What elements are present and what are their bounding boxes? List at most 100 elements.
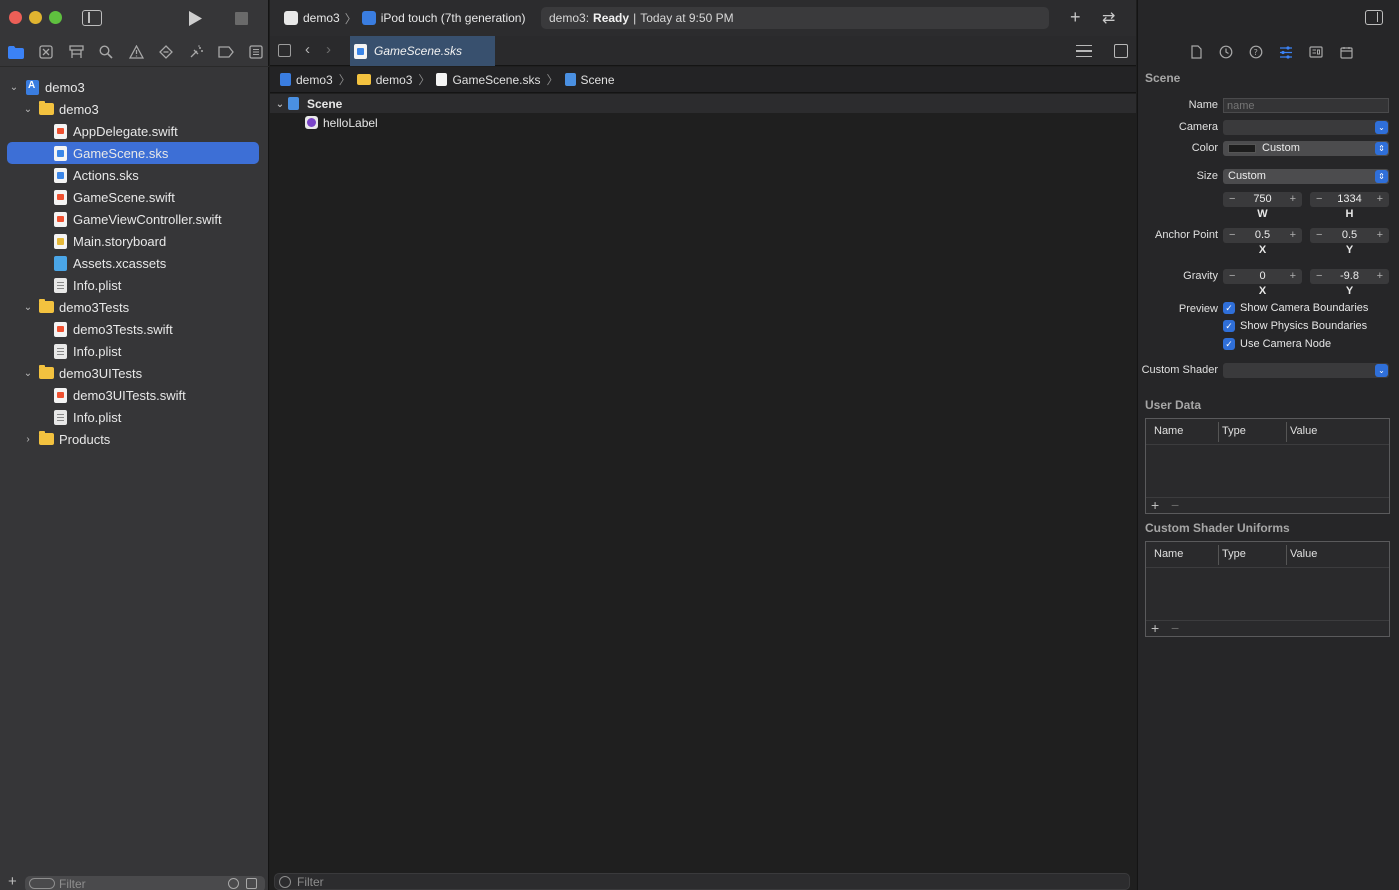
report-icon[interactable] xyxy=(246,42,266,62)
history-icon[interactable] xyxy=(1216,42,1236,62)
breadcrumb-project[interactable]: demo3 xyxy=(280,73,333,87)
column-value[interactable]: Value xyxy=(1290,548,1317,560)
anchor-x-stepper[interactable]: − 0.5 + xyxy=(1223,228,1302,243)
filter-options-icon[interactable] xyxy=(29,878,55,889)
source-control-icon[interactable] xyxy=(36,42,56,62)
split-editor-icon[interactable] xyxy=(1114,44,1128,58)
chevron-down-icon[interactable]: ⌄ xyxy=(8,81,20,93)
tree-item[interactable]: Actions.sks xyxy=(0,164,269,186)
tree-item[interactable]: GameViewController.swift xyxy=(0,208,269,230)
increment-icon[interactable]: + xyxy=(1290,269,1296,284)
outline-row-hellolabel[interactable]: helloLabel xyxy=(270,113,1136,132)
outline-row-scene[interactable]: ⌄ Scene xyxy=(270,94,1136,113)
decrement-icon[interactable]: − xyxy=(1229,228,1235,243)
breadcrumb-file[interactable]: GameScene.sks xyxy=(436,73,540,87)
size-inspector-icon[interactable] xyxy=(1306,42,1326,62)
test-diamond-icon[interactable] xyxy=(156,42,176,62)
tree-item[interactable]: demo3UITests.swift xyxy=(0,384,269,406)
help-icon[interactable]: ? xyxy=(1246,42,1266,62)
remove-row-button[interactable]: − xyxy=(1171,497,1179,513)
tree-item[interactable]: ⌄ demo3Tests xyxy=(0,296,269,318)
user-data-table[interactable]: Name Type Value + − xyxy=(1145,418,1390,514)
camera-popup[interactable]: ⌄ xyxy=(1223,120,1389,135)
chevron-down-icon[interactable]: ⌄ xyxy=(22,301,34,313)
custom-shader-popup[interactable]: ⌄ xyxy=(1223,363,1389,378)
tree-item[interactable]: Info.plist xyxy=(0,406,269,428)
tree-item[interactable]: ⌄ demo3UITests xyxy=(0,362,269,384)
breakpoint-tag-icon[interactable] xyxy=(216,42,236,62)
tree-item[interactable]: demo3Tests.swift xyxy=(0,318,269,340)
add-row-button[interactable]: + xyxy=(1151,620,1159,636)
decrement-icon[interactable]: − xyxy=(1316,228,1322,243)
folder-navigator-icon[interactable] xyxy=(6,42,26,62)
stop-button[interactable] xyxy=(234,11,248,25)
forward-chevron-icon[interactable]: › xyxy=(326,41,331,58)
sidebar-toggle-icon[interactable] xyxy=(82,10,102,26)
editor-filter-field[interactable]: Filter xyxy=(274,873,1130,890)
zoom-window-button[interactable] xyxy=(49,11,62,24)
decrement-icon[interactable]: − xyxy=(1316,269,1322,284)
tree-item[interactable]: GameScene.swift xyxy=(0,186,269,208)
run-button[interactable] xyxy=(186,9,204,27)
source-control-filter-icon[interactable] xyxy=(246,878,257,889)
attributes-inspector-icon[interactable] xyxy=(1276,42,1296,62)
chevron-right-icon[interactable]: › xyxy=(22,433,34,445)
increment-icon[interactable]: + xyxy=(1377,192,1383,207)
scheme-selector[interactable]: demo3 〉 iPod touch (7th generation) xyxy=(284,9,525,27)
decrement-icon[interactable]: − xyxy=(1229,269,1235,284)
minimize-window-button[interactable] xyxy=(29,11,42,24)
tree-item[interactable]: Info.plist xyxy=(0,340,269,362)
column-name[interactable]: Name xyxy=(1154,425,1183,437)
gravity-x-stepper[interactable]: − 0 + xyxy=(1223,269,1302,284)
color-popup[interactable]: Custom ⇕ xyxy=(1223,141,1389,156)
add-file-button[interactable]: + xyxy=(8,874,17,890)
chevron-down-icon[interactable]: ⌄ xyxy=(274,98,286,110)
breadcrumb-folder[interactable]: demo3 xyxy=(356,73,412,87)
breadcrumb-scene[interactable]: Scene xyxy=(564,73,615,87)
increment-icon[interactable]: + xyxy=(1290,192,1296,207)
related-items-icon[interactable] xyxy=(278,44,291,57)
chevron-down-icon[interactable]: ⌄ xyxy=(22,367,34,379)
anchor-y-stepper[interactable]: − 0.5 + xyxy=(1310,228,1389,243)
name-field[interactable] xyxy=(1223,98,1389,113)
remove-row-button[interactable]: − xyxy=(1171,620,1179,636)
size-width-stepper[interactable]: − 750 + xyxy=(1223,192,1302,207)
tree-item[interactable]: Info.plist xyxy=(0,274,269,296)
increment-icon[interactable]: + xyxy=(1377,228,1383,243)
debug-spray-icon[interactable] xyxy=(186,42,206,62)
library-plus-icon[interactable]: + xyxy=(1070,7,1081,28)
tree-item[interactable]: Main.storyboard xyxy=(0,230,269,252)
tree-item[interactable]: Assets.xcassets xyxy=(0,252,269,274)
decrement-icon[interactable]: − xyxy=(1316,192,1322,207)
back-chevron-icon[interactable]: ‹ xyxy=(305,41,310,58)
size-height-stepper[interactable]: − 1334 + xyxy=(1310,192,1389,207)
file-inspector-icon[interactable] xyxy=(1186,42,1206,62)
show-physics-boundaries-checkbox[interactable]: ✓ Show Physics Boundaries xyxy=(1223,320,1367,332)
size-popup[interactable]: Custom ⇕ xyxy=(1223,169,1389,184)
warning-icon[interactable] xyxy=(126,42,146,62)
tree-item[interactable]: GameScene.sks xyxy=(7,142,259,164)
navigator-filter-field[interactable]: Filter xyxy=(25,876,265,890)
tree-item[interactable]: › Products xyxy=(0,428,269,450)
inspector-toggle-icon[interactable] xyxy=(1365,10,1383,25)
column-type[interactable]: Type xyxy=(1222,548,1246,560)
column-name[interactable]: Name xyxy=(1154,548,1183,560)
increment-icon[interactable]: + xyxy=(1290,228,1296,243)
close-window-button[interactable] xyxy=(9,11,22,24)
column-type[interactable]: Type xyxy=(1222,425,1246,437)
increment-icon[interactable]: + xyxy=(1377,269,1383,284)
gravity-y-stepper[interactable]: − -9.8 + xyxy=(1310,269,1389,284)
use-camera-node-checkbox[interactable]: ✓ Use Camera Node xyxy=(1223,338,1331,350)
column-value[interactable]: Value xyxy=(1290,425,1317,437)
tab-gamescene-sks[interactable]: GameScene.sks xyxy=(350,36,495,66)
tree-item[interactable]: ⌄ demo3 xyxy=(0,98,269,120)
add-row-button[interactable]: + xyxy=(1151,497,1159,513)
symbol-navigator-icon[interactable] xyxy=(66,42,86,62)
recent-files-icon[interactable] xyxy=(228,878,239,889)
chevron-down-icon[interactable]: ⌄ xyxy=(22,103,34,115)
identity-inspector-icon[interactable] xyxy=(1336,42,1356,62)
editor-options-icon[interactable] xyxy=(1076,45,1092,57)
tree-item[interactable]: ⌄ demo3 xyxy=(0,76,269,98)
uniforms-table[interactable]: Name Type Value + − xyxy=(1145,541,1390,637)
code-review-icon[interactable]: ⇄ xyxy=(1102,8,1115,28)
